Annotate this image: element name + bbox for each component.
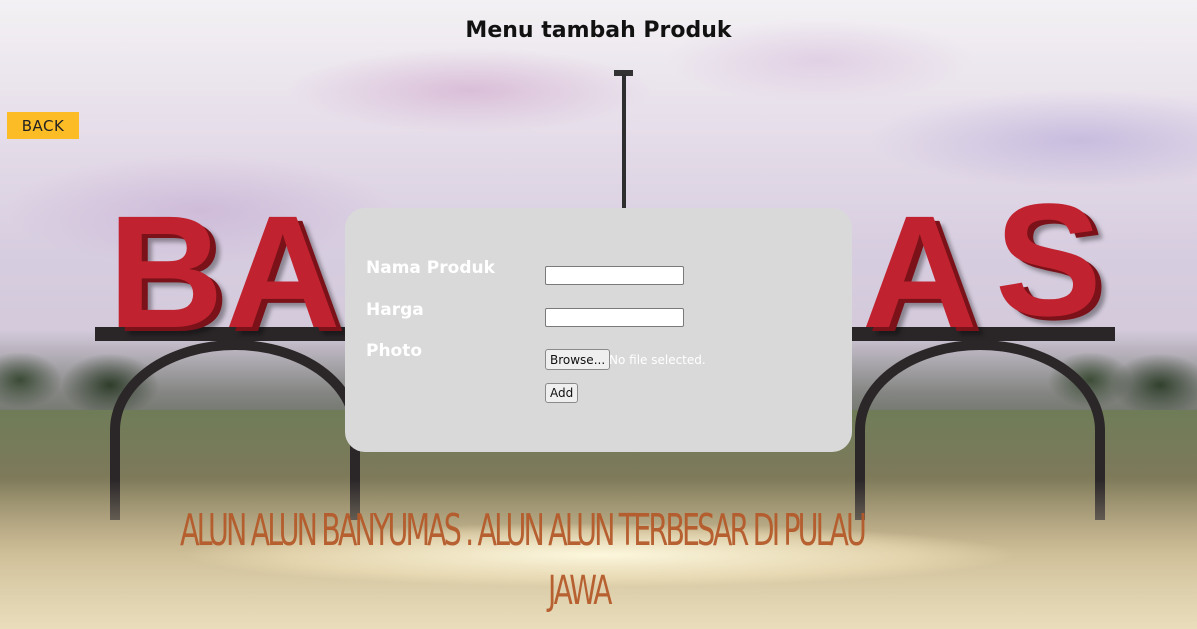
add-product-form: Nama Produk Harga Photo Browse... No fil… <box>345 208 852 452</box>
page-title: Menu tambah Produk <box>465 18 732 43</box>
sign-letter: A <box>862 182 978 361</box>
product-name-label: Nama Produk <box>366 258 495 278</box>
product-name-input[interactable] <box>545 266 684 285</box>
photo-label: Photo <box>366 341 423 361</box>
file-status-text: No file selected. <box>609 353 706 367</box>
browse-button[interactable]: Browse... <box>545 349 611 370</box>
sign-letter: A <box>225 182 341 361</box>
sign-letter: S <box>995 170 1102 349</box>
lamp-pole <box>622 74 626 224</box>
add-button[interactable]: Add <box>545 383 579 403</box>
banner-text-line2: JAWA <box>548 568 612 614</box>
sign-letter: B <box>108 182 224 361</box>
price-label: Harga <box>366 300 424 320</box>
back-button[interactable]: BACK <box>7 112 79 139</box>
price-input[interactable] <box>545 308 684 327</box>
banner-text: ALUN ALUN BANYUMAS . ALUN ALUN TERBESAR … <box>180 505 867 556</box>
